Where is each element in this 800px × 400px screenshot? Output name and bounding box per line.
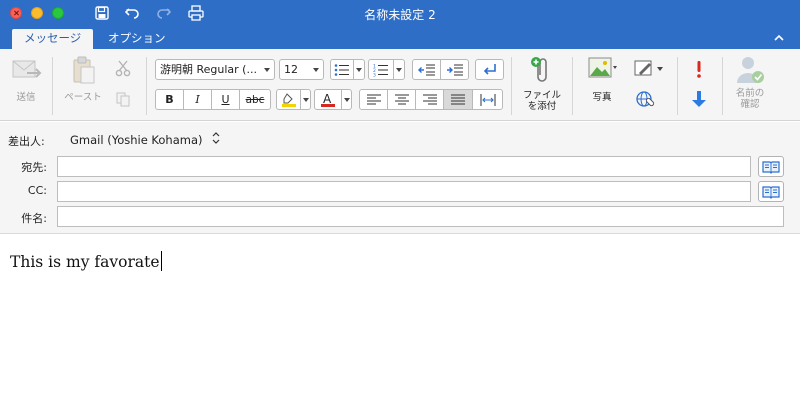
message-header: 差出人: Gmail (Yoshie Kohama) 宛先: CC: 件名: xyxy=(0,122,800,234)
cc-address-book-button[interactable] xyxy=(758,181,784,202)
font-color-icon: A xyxy=(321,92,335,107)
to-address-book-button[interactable] xyxy=(758,156,784,177)
ribbon-tab-bar: メッセージ オプション xyxy=(0,27,800,49)
to-field[interactable] xyxy=(57,156,751,177)
ribbon: 送信 ペースト 游明朝 Regular (... 12 123 B I U ab… xyxy=(0,49,800,121)
window-title: 名称未設定 2 xyxy=(364,8,436,22)
signature-icon xyxy=(634,60,663,76)
chevron-down-icon xyxy=(302,97,309,102)
align-right-button[interactable] xyxy=(415,89,444,110)
to-label: 宛先: xyxy=(21,161,47,174)
subject-label: 件名: xyxy=(21,212,47,225)
align-right-icon xyxy=(422,93,437,105)
align-left-icon xyxy=(366,93,381,105)
updown-chevron-icon[interactable] xyxy=(212,131,220,145)
decrease-indent-button[interactable] xyxy=(412,59,441,80)
address-book-icon xyxy=(762,185,780,199)
paperclip-icon xyxy=(531,57,547,82)
send-button[interactable]: 送信 xyxy=(8,55,44,103)
align-center-button[interactable] xyxy=(387,89,416,110)
tab-options[interactable]: オプション xyxy=(96,29,178,49)
picture-button[interactable]: 写真 xyxy=(582,55,622,103)
justify-button[interactable] xyxy=(443,89,473,110)
attach-label-1: ファイル xyxy=(522,90,561,101)
font-name-value: 游明朝 Regular (... xyxy=(160,63,257,76)
font-size-select[interactable]: 12 xyxy=(279,59,324,80)
paste-label: ペースト xyxy=(64,92,102,103)
strikethrough-button[interactable]: abc xyxy=(239,89,271,110)
font-size-value: 12 xyxy=(284,63,298,76)
from-label: 差出人: xyxy=(8,135,45,148)
check-names-label-1: 名前の xyxy=(735,88,765,99)
bold-button[interactable]: B xyxy=(155,89,184,110)
italic-button[interactable]: I xyxy=(183,89,212,110)
bullet-list-icon xyxy=(334,63,349,76)
highlighter-icon xyxy=(281,92,296,107)
copy-icon[interactable] xyxy=(115,91,131,107)
align-center-icon xyxy=(394,93,409,105)
picture-icon xyxy=(588,57,617,78)
subject-field[interactable] xyxy=(57,206,784,227)
font-name-select[interactable]: 游明朝 Regular (... xyxy=(155,59,275,80)
svg-text:3: 3 xyxy=(373,72,376,77)
collapse-ribbon-icon[interactable] xyxy=(772,31,786,45)
send-label: 送信 xyxy=(16,92,36,103)
distribute-icon xyxy=(480,93,495,106)
attach-file-button[interactable]: ファイル を添付 xyxy=(518,55,566,112)
low-importance-button[interactable] xyxy=(690,89,708,109)
return-arrow-icon xyxy=(483,63,496,75)
increase-indent-button[interactable] xyxy=(440,59,469,80)
bullets-button[interactable] xyxy=(330,59,354,80)
text-direction-button[interactable] xyxy=(475,59,504,80)
globe-link-icon xyxy=(636,91,655,107)
align-left-button[interactable] xyxy=(359,89,388,110)
chevron-down-icon xyxy=(343,97,350,102)
check-names-label-2: 確認 xyxy=(740,99,760,110)
title-bar: 名称未設定 2 xyxy=(0,0,800,27)
send-icon xyxy=(12,60,42,78)
text-caret xyxy=(160,251,162,271)
picture-label: 写真 xyxy=(592,92,612,103)
link-button[interactable] xyxy=(634,89,656,109)
numbered-list-icon: 123 xyxy=(373,63,388,77)
check-names-icon xyxy=(737,57,764,83)
highlight-dropdown[interactable] xyxy=(300,89,311,110)
chevron-down-icon xyxy=(396,67,402,72)
increase-indent-icon xyxy=(446,63,463,76)
paste-button[interactable]: ペースト xyxy=(60,55,106,103)
highlight-button[interactable] xyxy=(276,89,301,110)
justify-icon xyxy=(451,93,465,105)
cc-field[interactable] xyxy=(57,181,751,202)
font-color-button[interactable]: A xyxy=(314,89,342,110)
address-book-icon xyxy=(762,160,780,174)
decrease-indent-icon xyxy=(417,63,435,76)
bullets-dropdown[interactable] xyxy=(353,59,365,80)
chevron-down-icon xyxy=(356,67,362,72)
message-body-text: This is my favorate xyxy=(10,253,160,271)
exclamation-icon xyxy=(697,61,701,78)
from-account-select[interactable]: Gmail (Yoshie Kohama) xyxy=(70,133,203,147)
message-body[interactable]: This is my favorate xyxy=(10,251,162,271)
paste-icon xyxy=(73,56,95,84)
check-names-button[interactable]: 名前の 確認 xyxy=(730,55,770,110)
numbering-dropdown[interactable] xyxy=(393,59,405,80)
font-color-glyph: A xyxy=(323,92,332,106)
down-arrow-icon xyxy=(692,91,706,107)
tab-message[interactable]: メッセージ xyxy=(12,29,94,49)
underline-button[interactable]: U xyxy=(211,89,240,110)
distributed-align-button[interactable] xyxy=(472,89,503,110)
signature-button[interactable] xyxy=(634,59,664,79)
high-importance-button[interactable] xyxy=(690,59,708,81)
attach-label-2: を添付 xyxy=(527,101,557,112)
cut-icon[interactable] xyxy=(114,59,132,77)
cc-label: CC: xyxy=(27,184,47,197)
font-color-dropdown[interactable] xyxy=(341,89,352,110)
numbering-button[interactable]: 123 xyxy=(368,59,394,80)
